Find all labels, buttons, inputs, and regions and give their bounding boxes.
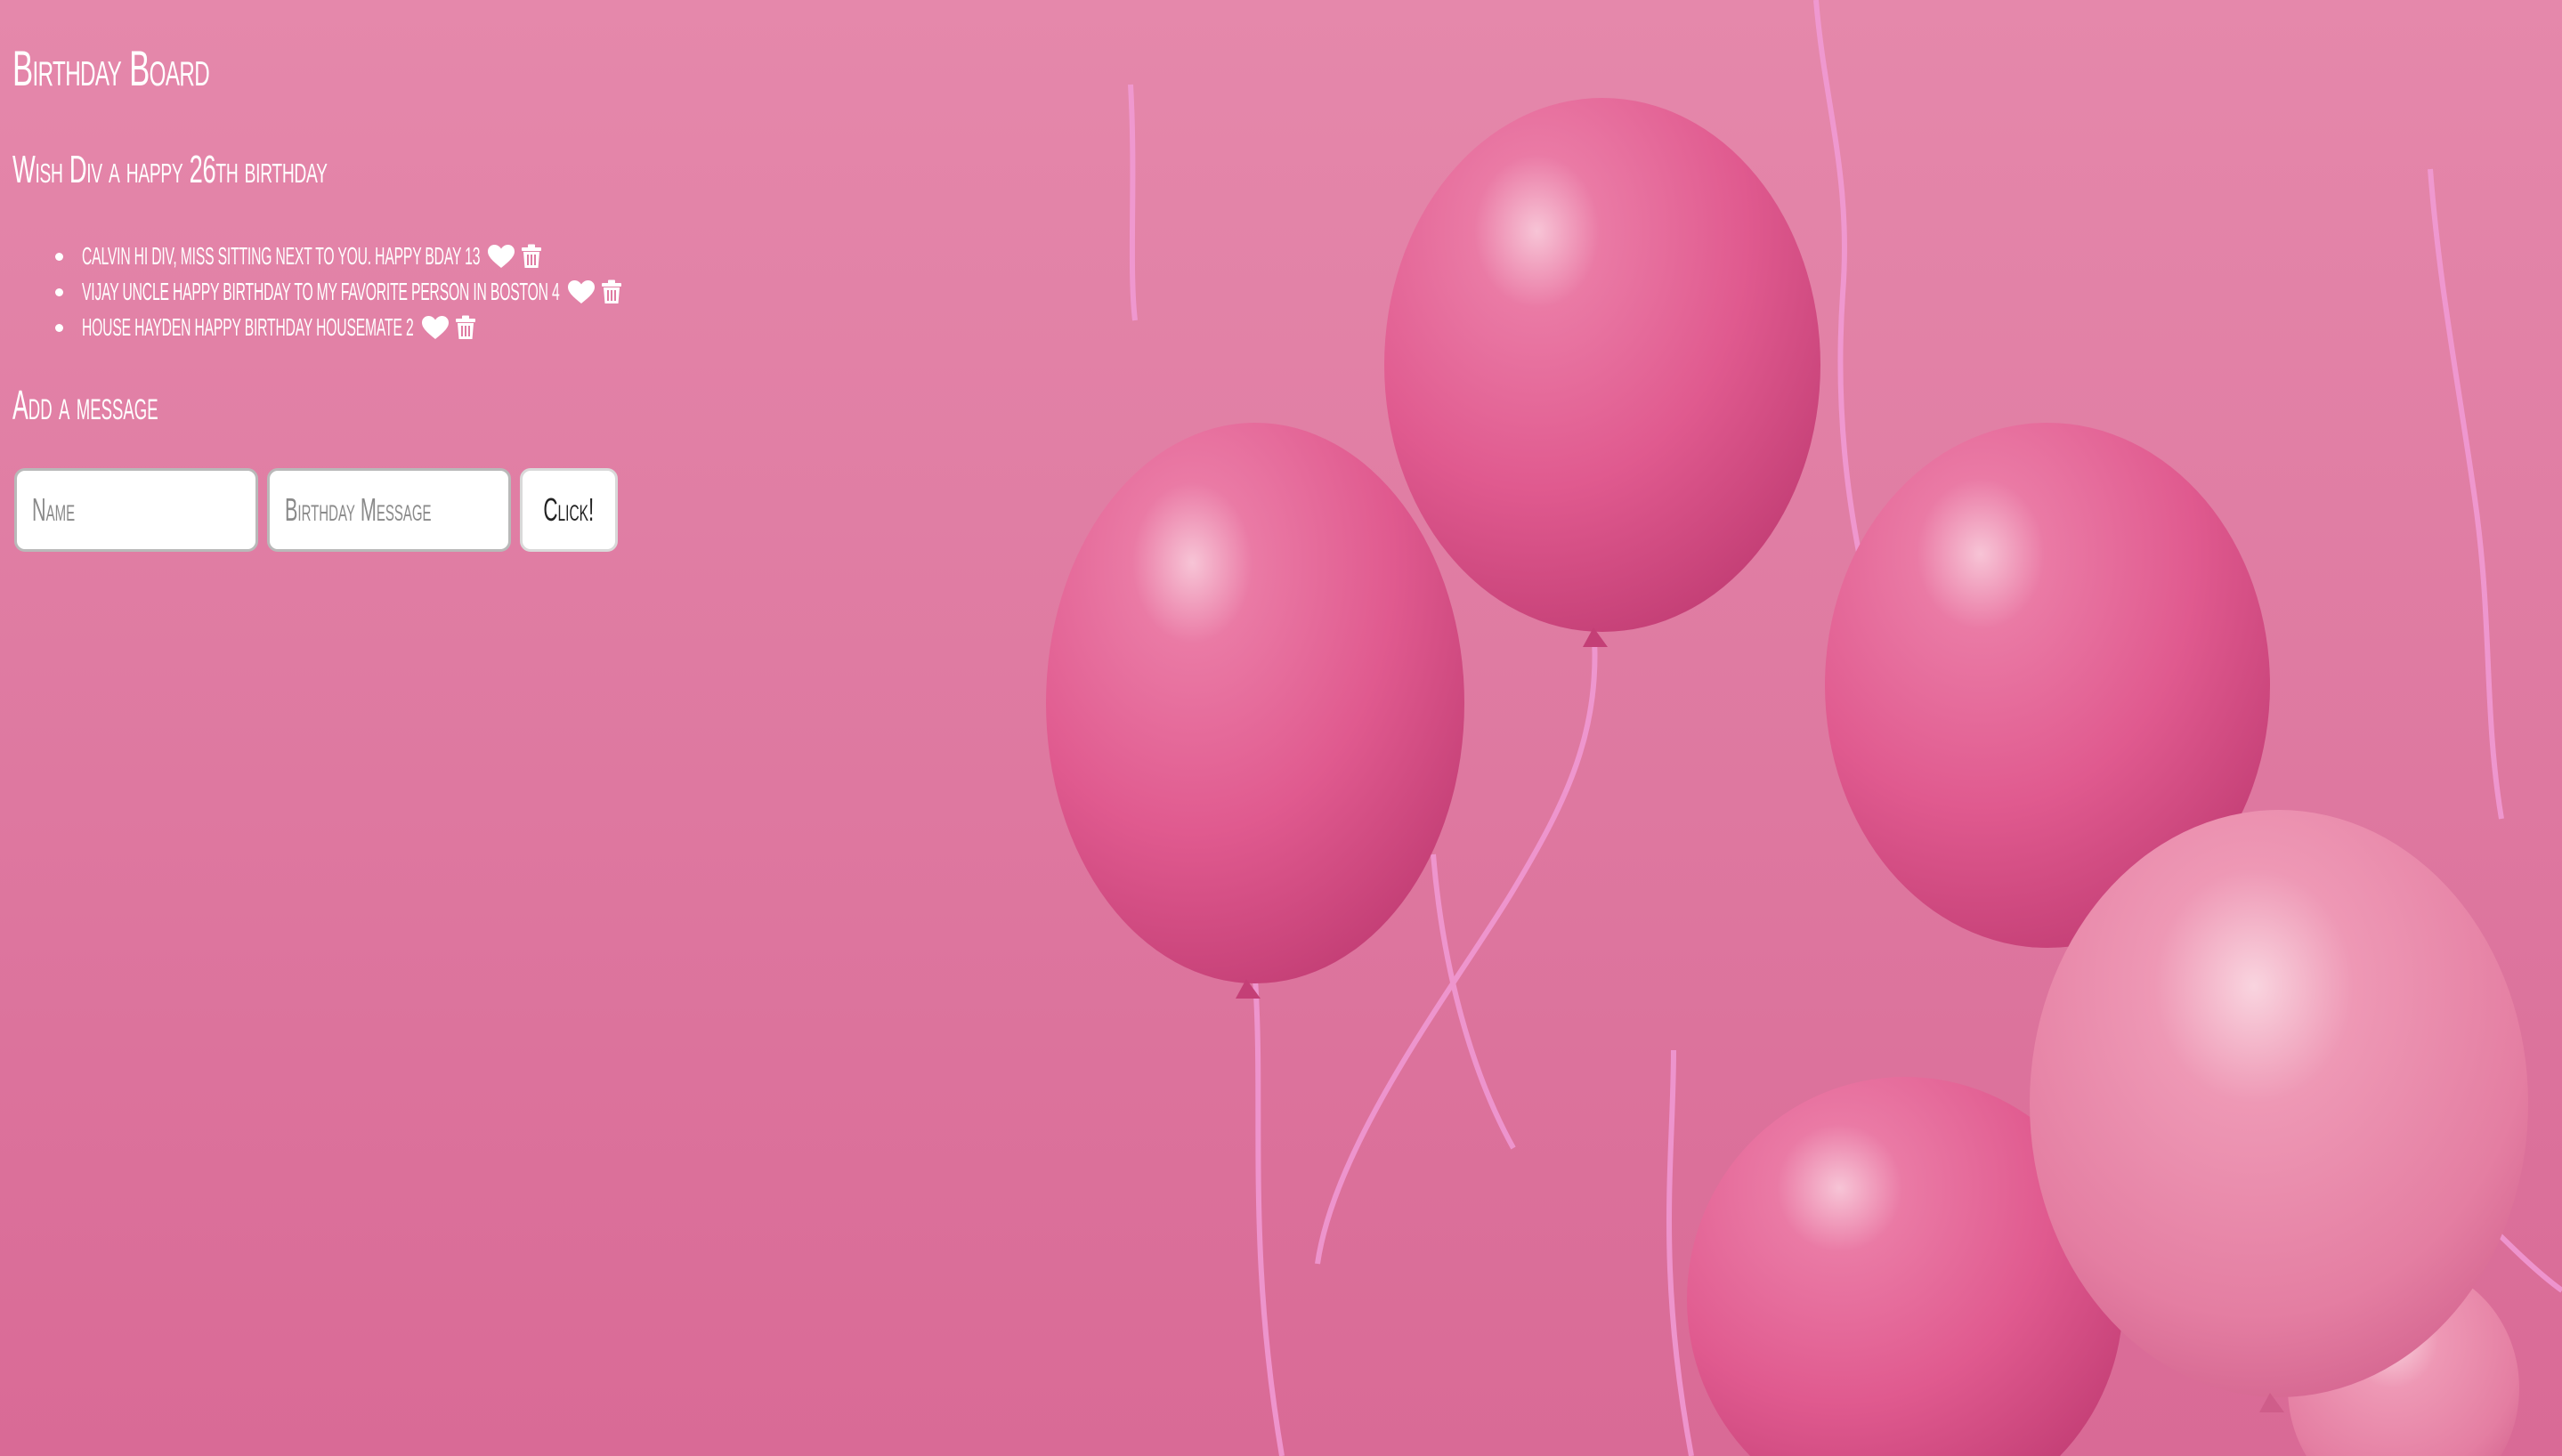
message-list: Calvin hi div, miss sitting next to you.…: [55, 239, 622, 345]
list-item: Vijay Uncle Happy birthday to my favorit…: [55, 274, 622, 310]
birthday-message-input[interactable]: [267, 468, 511, 552]
balloons-background: [1046, 0, 2562, 1456]
list-item: House Hayden happy birthday housemate 2: [55, 310, 622, 345]
add-message-heading: Add a message: [12, 382, 158, 428]
name-input[interactable]: [14, 468, 258, 552]
trash-icon[interactable]: [521, 244, 542, 269]
page-subtitle: Wish Div a happy 26th birthday: [12, 148, 328, 191]
page-title: Birthday Board: [12, 40, 210, 96]
name-field-wrapper: Name: [14, 468, 258, 552]
message-text: Vijay Uncle Happy birthday to my favorit…: [82, 278, 560, 305]
add-message-form: Name Birthday Message Click!: [14, 468, 618, 552]
trash-icon[interactable]: [601, 279, 622, 304]
trash-icon[interactable]: [455, 315, 476, 340]
heart-icon[interactable]: [487, 244, 515, 269]
message-field-wrapper: Birthday Message: [267, 468, 511, 552]
submit-button[interactable]: Click!: [520, 468, 618, 552]
message-text: House Hayden happy birthday housemate 2: [82, 313, 414, 341]
heart-icon[interactable]: [421, 315, 450, 340]
list-item: Calvin hi div, miss sitting next to you.…: [55, 239, 622, 274]
heart-icon[interactable]: [567, 279, 596, 304]
message-text: Calvin hi div, miss sitting next to you.…: [82, 242, 481, 270]
